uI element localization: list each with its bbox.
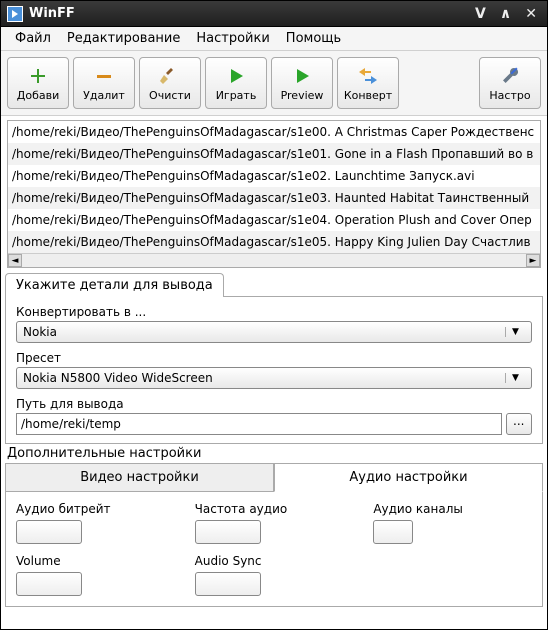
plus-icon xyxy=(27,65,49,87)
tab-video-settings[interactable]: Видео настройки xyxy=(5,463,274,492)
convert-button[interactable]: Конверт xyxy=(337,57,399,109)
menubar: Файл Редактирование Настройки Помощь xyxy=(1,27,547,51)
audio-volume-label: Volume xyxy=(16,554,175,568)
scroll-right-icon[interactable]: ► xyxy=(526,254,540,267)
list-item[interactable]: /home/reki/Видео/ThePenguinsOfMadagascar… xyxy=(8,187,540,209)
minus-icon xyxy=(93,65,115,87)
file-list[interactable]: /home/reki/Видео/ThePenguinsOfMadagascar… xyxy=(7,120,541,268)
play-button[interactable]: Играть xyxy=(205,57,267,109)
titlebar[interactable]: WinFF V ∧ ✕ xyxy=(1,1,547,27)
maximize-icon[interactable]: ∧ xyxy=(496,6,515,22)
output-path-input[interactable] xyxy=(16,413,502,435)
convert-to-value: Nokia xyxy=(23,325,57,339)
audio-freq-label: Частота аудио xyxy=(195,502,354,516)
list-item[interactable]: /home/reki/Видео/ThePenguinsOfMadagascar… xyxy=(8,121,540,143)
remove-label: Удалит xyxy=(83,89,125,102)
play-icon xyxy=(225,65,247,87)
convert-to-label: Конвертировать в ... xyxy=(16,305,532,319)
convert-to-select[interactable]: Nokia ▼ xyxy=(16,321,532,343)
preview-button[interactable]: Preview xyxy=(271,57,333,109)
clear-button[interactable]: Очисти xyxy=(139,57,201,109)
audio-volume-input[interactable] xyxy=(16,572,82,596)
audio-channels-label: Аудио каналы xyxy=(373,502,532,516)
chevron-down-icon: ▼ xyxy=(505,373,525,383)
advanced-title: Дополнительные настройки xyxy=(1,444,547,463)
output-path-label: Путь для вывода xyxy=(16,397,532,411)
output-details: Укажите детали для вывода Конвертировать… xyxy=(1,272,547,444)
window-title: WinFF xyxy=(29,6,75,21)
add-button[interactable]: Добави xyxy=(7,57,69,109)
horizontal-scrollbar[interactable]: ◄ ► xyxy=(8,253,540,267)
advanced-tabs: Видео настройки Аудио настройки Аудио би… xyxy=(5,463,543,607)
preset-select[interactable]: Nokia N5800 Video WideScreen ▼ xyxy=(16,367,532,389)
audio-channels-input[interactable] xyxy=(373,520,413,544)
play-label: Играть xyxy=(216,89,257,102)
audio-sync-label: Audio Sync xyxy=(195,554,354,568)
tab-output-details[interactable]: Укажите детали для вывода xyxy=(5,273,224,297)
list-item[interactable]: /home/reki/Видео/ThePenguinsOfMadagascar… xyxy=(8,209,540,231)
app-window: WinFF V ∧ ✕ Файл Редактирование Настройк… xyxy=(0,0,548,630)
scroll-left-icon[interactable]: ◄ xyxy=(8,254,22,267)
remove-button[interactable]: Удалит xyxy=(73,57,135,109)
preset-value: Nokia N5800 Video WideScreen xyxy=(23,371,213,385)
list-item[interactable]: /home/reki/Видео/ThePenguinsOfMadagascar… xyxy=(8,165,540,187)
add-label: Добави xyxy=(17,89,59,102)
audio-freq-input[interactable] xyxy=(195,520,261,544)
audio-bitrate-input[interactable] xyxy=(16,520,82,544)
menu-help[interactable]: Помощь xyxy=(278,29,349,48)
minimize-icon[interactable]: V xyxy=(471,6,490,22)
preview-icon xyxy=(291,65,313,87)
audio-bitrate-label: Аудио битрейт xyxy=(16,502,175,516)
tab-audio-settings[interactable]: Аудио настройки xyxy=(274,463,543,492)
menu-settings[interactable]: Настройки xyxy=(188,29,277,48)
list-item[interactable]: /home/reki/Видео/ThePenguinsOfMadagascar… xyxy=(8,143,540,165)
menu-file[interactable]: Файл xyxy=(7,29,59,48)
broom-icon xyxy=(159,65,181,87)
preset-label: Пресет xyxy=(16,351,532,365)
audio-settings-panel: Аудио битрейт Частота аудио Аудио каналы… xyxy=(5,492,543,607)
menu-edit[interactable]: Редактирование xyxy=(59,29,188,48)
toolbar: Добави Удалит Очисти Играть Preview Конв… xyxy=(1,51,547,116)
chevron-down-icon: ▼ xyxy=(505,327,525,337)
close-icon[interactable]: ✕ xyxy=(521,6,541,22)
list-item[interactable]: /home/reki/Видео/ThePenguinsOfMadagascar… xyxy=(8,231,540,253)
convert-label: Конверт xyxy=(344,89,392,102)
options-label: Настро xyxy=(489,89,530,102)
clear-label: Очисти xyxy=(149,89,191,102)
convert-icon xyxy=(357,65,379,87)
audio-sync-input[interactable] xyxy=(195,572,261,596)
wrench-icon xyxy=(499,65,521,87)
app-icon xyxy=(7,6,23,22)
preview-label: Preview xyxy=(281,89,324,102)
options-button[interactable]: Настро xyxy=(479,57,541,109)
browse-button[interactable]: ... xyxy=(506,413,532,435)
